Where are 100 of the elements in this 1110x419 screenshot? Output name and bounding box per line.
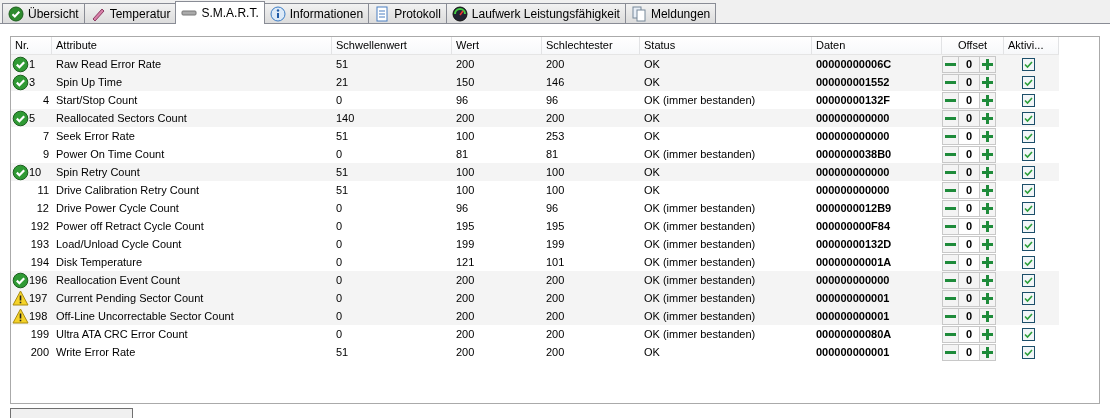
tab[interactable]: Protokoll xyxy=(368,3,447,23)
plus-button[interactable] xyxy=(979,55,996,73)
checkbox[interactable] xyxy=(1022,57,1035,71)
row-number: 194 xyxy=(29,254,50,270)
checkbox[interactable] xyxy=(1022,75,1035,89)
checkbox[interactable] xyxy=(1022,183,1035,197)
minus-button[interactable] xyxy=(942,343,959,361)
checkbox[interactable] xyxy=(1022,129,1035,143)
table-cell-text: 200 xyxy=(545,272,566,288)
plus-button[interactable] xyxy=(979,163,996,181)
minus-button[interactable] xyxy=(942,307,959,325)
checkbox[interactable] xyxy=(1022,93,1035,107)
plus-button[interactable] xyxy=(979,199,996,217)
table-cell-text: OK (immer bestanden) xyxy=(643,290,757,306)
attribute-name: Reallocated Sectors Count xyxy=(55,110,188,126)
plus-icon xyxy=(982,220,993,232)
column-header[interactable]: Nr. xyxy=(11,37,52,54)
table-cell-text: OK xyxy=(643,344,661,360)
minus-button[interactable] xyxy=(942,73,959,91)
minus-button[interactable] xyxy=(942,91,959,109)
plus-button[interactable] xyxy=(979,109,996,127)
table-cell-text: 253 xyxy=(545,128,566,144)
column-header[interactable]: Schlechtester xyxy=(542,37,640,54)
plus-button[interactable] xyxy=(979,127,996,145)
minus-button[interactable] xyxy=(942,127,959,145)
minus-button[interactable] xyxy=(942,199,959,217)
checkbox[interactable] xyxy=(1022,111,1035,125)
column-header[interactable]: Aktivi... xyxy=(1004,37,1059,54)
table-cell-text: 100 xyxy=(455,128,476,144)
table-cell-text: 96 xyxy=(455,92,470,108)
checkbox[interactable] xyxy=(1022,309,1035,323)
column-header[interactable]: Schwellenwert xyxy=(332,37,452,54)
plus-button[interactable] xyxy=(979,271,996,289)
table-cell-text: 0 xyxy=(335,218,344,234)
checkbox[interactable] xyxy=(1022,327,1035,341)
table-cell-text: 195 xyxy=(545,218,566,234)
plus-button[interactable] xyxy=(979,325,996,343)
table-cell-text: 0000000038B0 xyxy=(815,146,893,162)
plus-button[interactable] xyxy=(979,181,996,199)
plus-button[interactable] xyxy=(979,145,996,163)
plus-button[interactable] xyxy=(979,91,996,109)
plus-icon xyxy=(982,256,993,268)
tab[interactable]: Temperatur xyxy=(83,3,177,23)
checkbox[interactable] xyxy=(1022,291,1035,305)
column-header[interactable]: Status xyxy=(640,37,812,54)
plus-button[interactable] xyxy=(979,289,996,307)
plus-button[interactable] xyxy=(979,73,996,91)
checkbox[interactable] xyxy=(1022,219,1035,233)
minus-button[interactable] xyxy=(942,235,959,253)
minus-button[interactable] xyxy=(942,55,959,73)
tab[interactable]: Informationen xyxy=(263,3,370,23)
bottom-button[interactable] xyxy=(10,408,133,418)
minus-button[interactable] xyxy=(942,289,959,307)
plus-button[interactable] xyxy=(979,253,996,271)
checkbox[interactable] xyxy=(1022,165,1035,179)
checkbox[interactable] xyxy=(1022,237,1035,251)
plus-icon xyxy=(982,202,993,214)
attribute-name: Load/Unload Cycle Count xyxy=(55,236,183,252)
minus-button[interactable] xyxy=(942,145,959,163)
plus-button[interactable] xyxy=(979,217,996,235)
attribute-name: Spin Up Time xyxy=(55,74,124,90)
column-header[interactable]: Daten xyxy=(812,37,942,54)
plus-button[interactable] xyxy=(979,307,996,325)
checkbox[interactable] xyxy=(1022,255,1035,269)
tab[interactable]: S.M.A.R.T. xyxy=(175,1,265,24)
table-cell-text: 200 xyxy=(455,326,476,342)
table-cell-text: 000000000000 xyxy=(815,110,891,126)
minus-button[interactable] xyxy=(942,253,959,271)
tab[interactable]: Laufwerk Leistungsfähigkeit xyxy=(445,3,626,23)
column-header[interactable]: Offset xyxy=(942,37,1004,54)
table-cell-text: 000000000000 xyxy=(815,164,891,180)
checkbox[interactable] xyxy=(1022,345,1035,359)
plus-icon xyxy=(982,346,993,358)
table-cell-text: 100 xyxy=(545,164,566,180)
minus-button[interactable] xyxy=(942,181,959,199)
table-cell-text: 200 xyxy=(455,308,476,324)
plus-icon xyxy=(982,148,993,160)
minus-button[interactable] xyxy=(942,109,959,127)
table-cell-text: 00000000132D xyxy=(815,236,893,252)
row-number: 5 xyxy=(29,110,36,126)
column-header[interactable]: Wert xyxy=(452,37,542,54)
attribute-name: Raw Read Error Rate xyxy=(55,56,163,72)
row-number: 4 xyxy=(41,92,50,108)
row-number: 192 xyxy=(29,218,50,234)
plus-button[interactable] xyxy=(979,235,996,253)
attribute-name: Power On Time Count xyxy=(55,146,166,162)
check-circle-icon xyxy=(8,5,24,22)
minus-button[interactable] xyxy=(942,217,959,235)
plus-button[interactable] xyxy=(979,343,996,361)
minus-button[interactable] xyxy=(942,271,959,289)
minus-button[interactable] xyxy=(942,163,959,181)
checkbox[interactable] xyxy=(1022,273,1035,287)
checkbox[interactable] xyxy=(1022,147,1035,161)
row-number: 198 xyxy=(29,308,48,324)
checkbox[interactable] xyxy=(1022,201,1035,215)
tab[interactable]: Meldungen xyxy=(624,3,717,23)
column-header[interactable]: Attribute xyxy=(52,37,332,54)
tab[interactable]: Übersicht xyxy=(2,3,85,23)
document-icon xyxy=(374,5,391,22)
minus-button[interactable] xyxy=(942,325,959,343)
